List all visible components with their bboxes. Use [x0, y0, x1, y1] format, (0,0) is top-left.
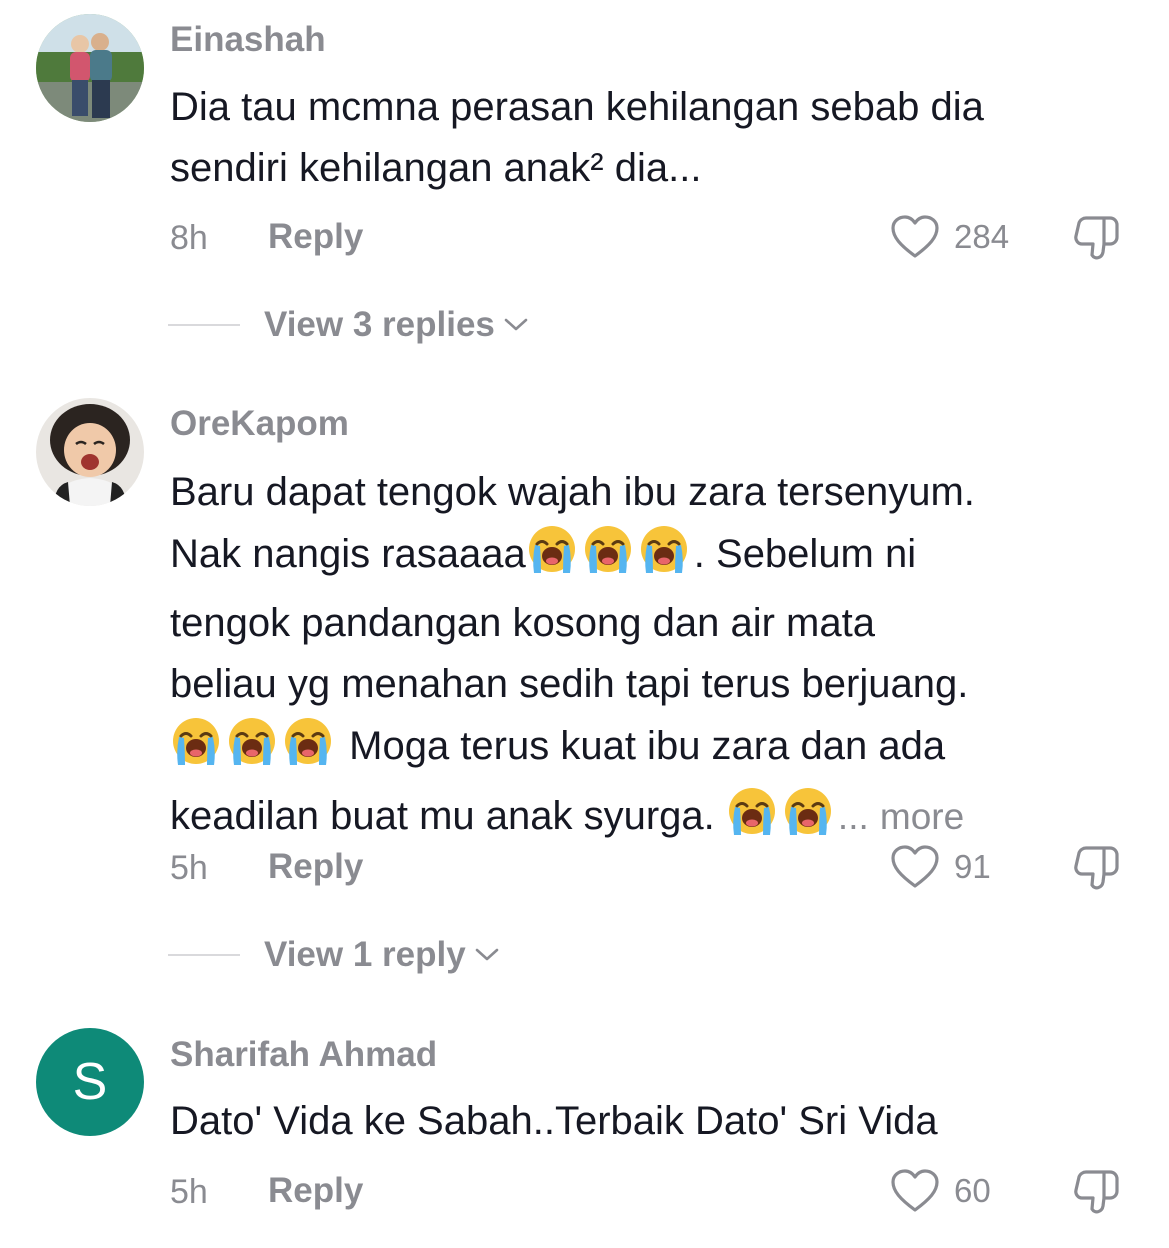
reply-button[interactable]: Reply — [268, 1171, 363, 1211]
thumbs-down-icon — [1074, 216, 1119, 260]
divider-line — [168, 324, 240, 326]
avatar[interactable] — [36, 398, 144, 506]
comment-line-text: . Sebelum ni — [693, 532, 917, 576]
like-count: 284 — [954, 218, 1010, 255]
more-button[interactable]: more — [880, 796, 964, 837]
avatar[interactable] — [36, 14, 144, 122]
thumbs-down-icon — [1074, 1170, 1119, 1214]
view-replies-label[interactable]: View 3 replies — [264, 305, 495, 345]
comment-line: Dato' Vida ke Sabah..Terbaik Dato' Sri V… — [170, 1099, 938, 1143]
reply-button[interactable]: Reply — [268, 847, 363, 887]
comment-line: Dia tau mcmna perasan kehilangan sebab d… — [170, 85, 984, 129]
timestamp: 5h — [170, 1173, 208, 1211]
divider-line — [168, 954, 240, 956]
view-replies[interactable]: View 1 reply — [168, 935, 500, 975]
crying-face-icon — [726, 785, 778, 855]
username[interactable]: Einashah — [170, 20, 326, 60]
comment-line-text: keadilan buat mu anak syurga. — [170, 794, 715, 838]
like-button[interactable]: 91 — [890, 844, 991, 890]
like-count: 60 — [954, 1172, 991, 1209]
comment-line: tengok pandangan kosong dan air mata — [170, 601, 875, 645]
heart-icon — [891, 845, 939, 888]
crying-face-icon — [170, 715, 222, 785]
crying-face-icon — [526, 523, 578, 593]
avatar-photo — [36, 398, 144, 506]
crying-face-icon — [226, 715, 278, 785]
reply-button[interactable]: Reply — [268, 217, 363, 257]
crying-face-icon — [282, 715, 334, 785]
chevron-down-icon — [475, 948, 499, 961]
comment-line-text: Moga terus kuat ibu zara dan ada — [349, 724, 946, 768]
chevron-down-icon — [504, 318, 528, 331]
crying-face-icon — [638, 523, 690, 593]
comment-line: Moga terus kuat ibu zara dan ada — [170, 715, 1135, 785]
timestamp: 5h — [170, 849, 208, 887]
username[interactable]: Sharifah Ahmad — [170, 1035, 437, 1075]
comment-text: Dia tau mcmna perasan kehilangan sebab d… — [170, 77, 1135, 199]
comment-line: beliau yg menahan sedih tapi terus berju… — [170, 662, 969, 706]
emoji-group — [726, 788, 838, 838]
dislike-button[interactable] — [1072, 1168, 1122, 1223]
like-button[interactable]: 60 — [890, 1168, 991, 1214]
avatar-letter: S — [72, 1053, 108, 1111]
dislike-button[interactable] — [1072, 214, 1122, 269]
comment-line-text: Nak nangis rasaaaa — [170, 532, 526, 576]
like-button[interactable]: 284 — [890, 214, 1009, 260]
comment-line: sendiri kehilangan anak² dia... — [170, 146, 702, 190]
crying-face-icon — [782, 785, 834, 855]
like-count: 91 — [954, 848, 991, 885]
timestamp: 8h — [170, 219, 208, 257]
thumbs-down-icon — [1074, 846, 1119, 890]
view-replies[interactable]: View 3 replies — [168, 305, 529, 345]
comment-line: Baru dapat tengok wajah ibu zara terseny… — [170, 470, 975, 514]
emoji-group — [170, 718, 338, 768]
dislike-button[interactable] — [1072, 844, 1122, 899]
emoji-group — [526, 526, 694, 576]
comment-text: Baru dapat tengok wajah ibu zara terseny… — [170, 462, 1135, 855]
username[interactable]: OreKapom — [170, 404, 349, 444]
comment-line: Nak nangis rasaaaa . Sebelum ni — [170, 523, 1135, 593]
heart-icon — [891, 1169, 939, 1212]
avatar[interactable]: S — [36, 1028, 144, 1136]
heart-icon — [891, 215, 939, 258]
crying-face-icon — [582, 523, 634, 593]
comment-text: Dato' Vida ke Sabah..Terbaik Dato' Sri V… — [170, 1091, 1135, 1152]
view-replies-label[interactable]: View 1 reply — [264, 935, 466, 975]
avatar-photo — [36, 14, 144, 122]
ellipsis: ... — [837, 796, 869, 837]
